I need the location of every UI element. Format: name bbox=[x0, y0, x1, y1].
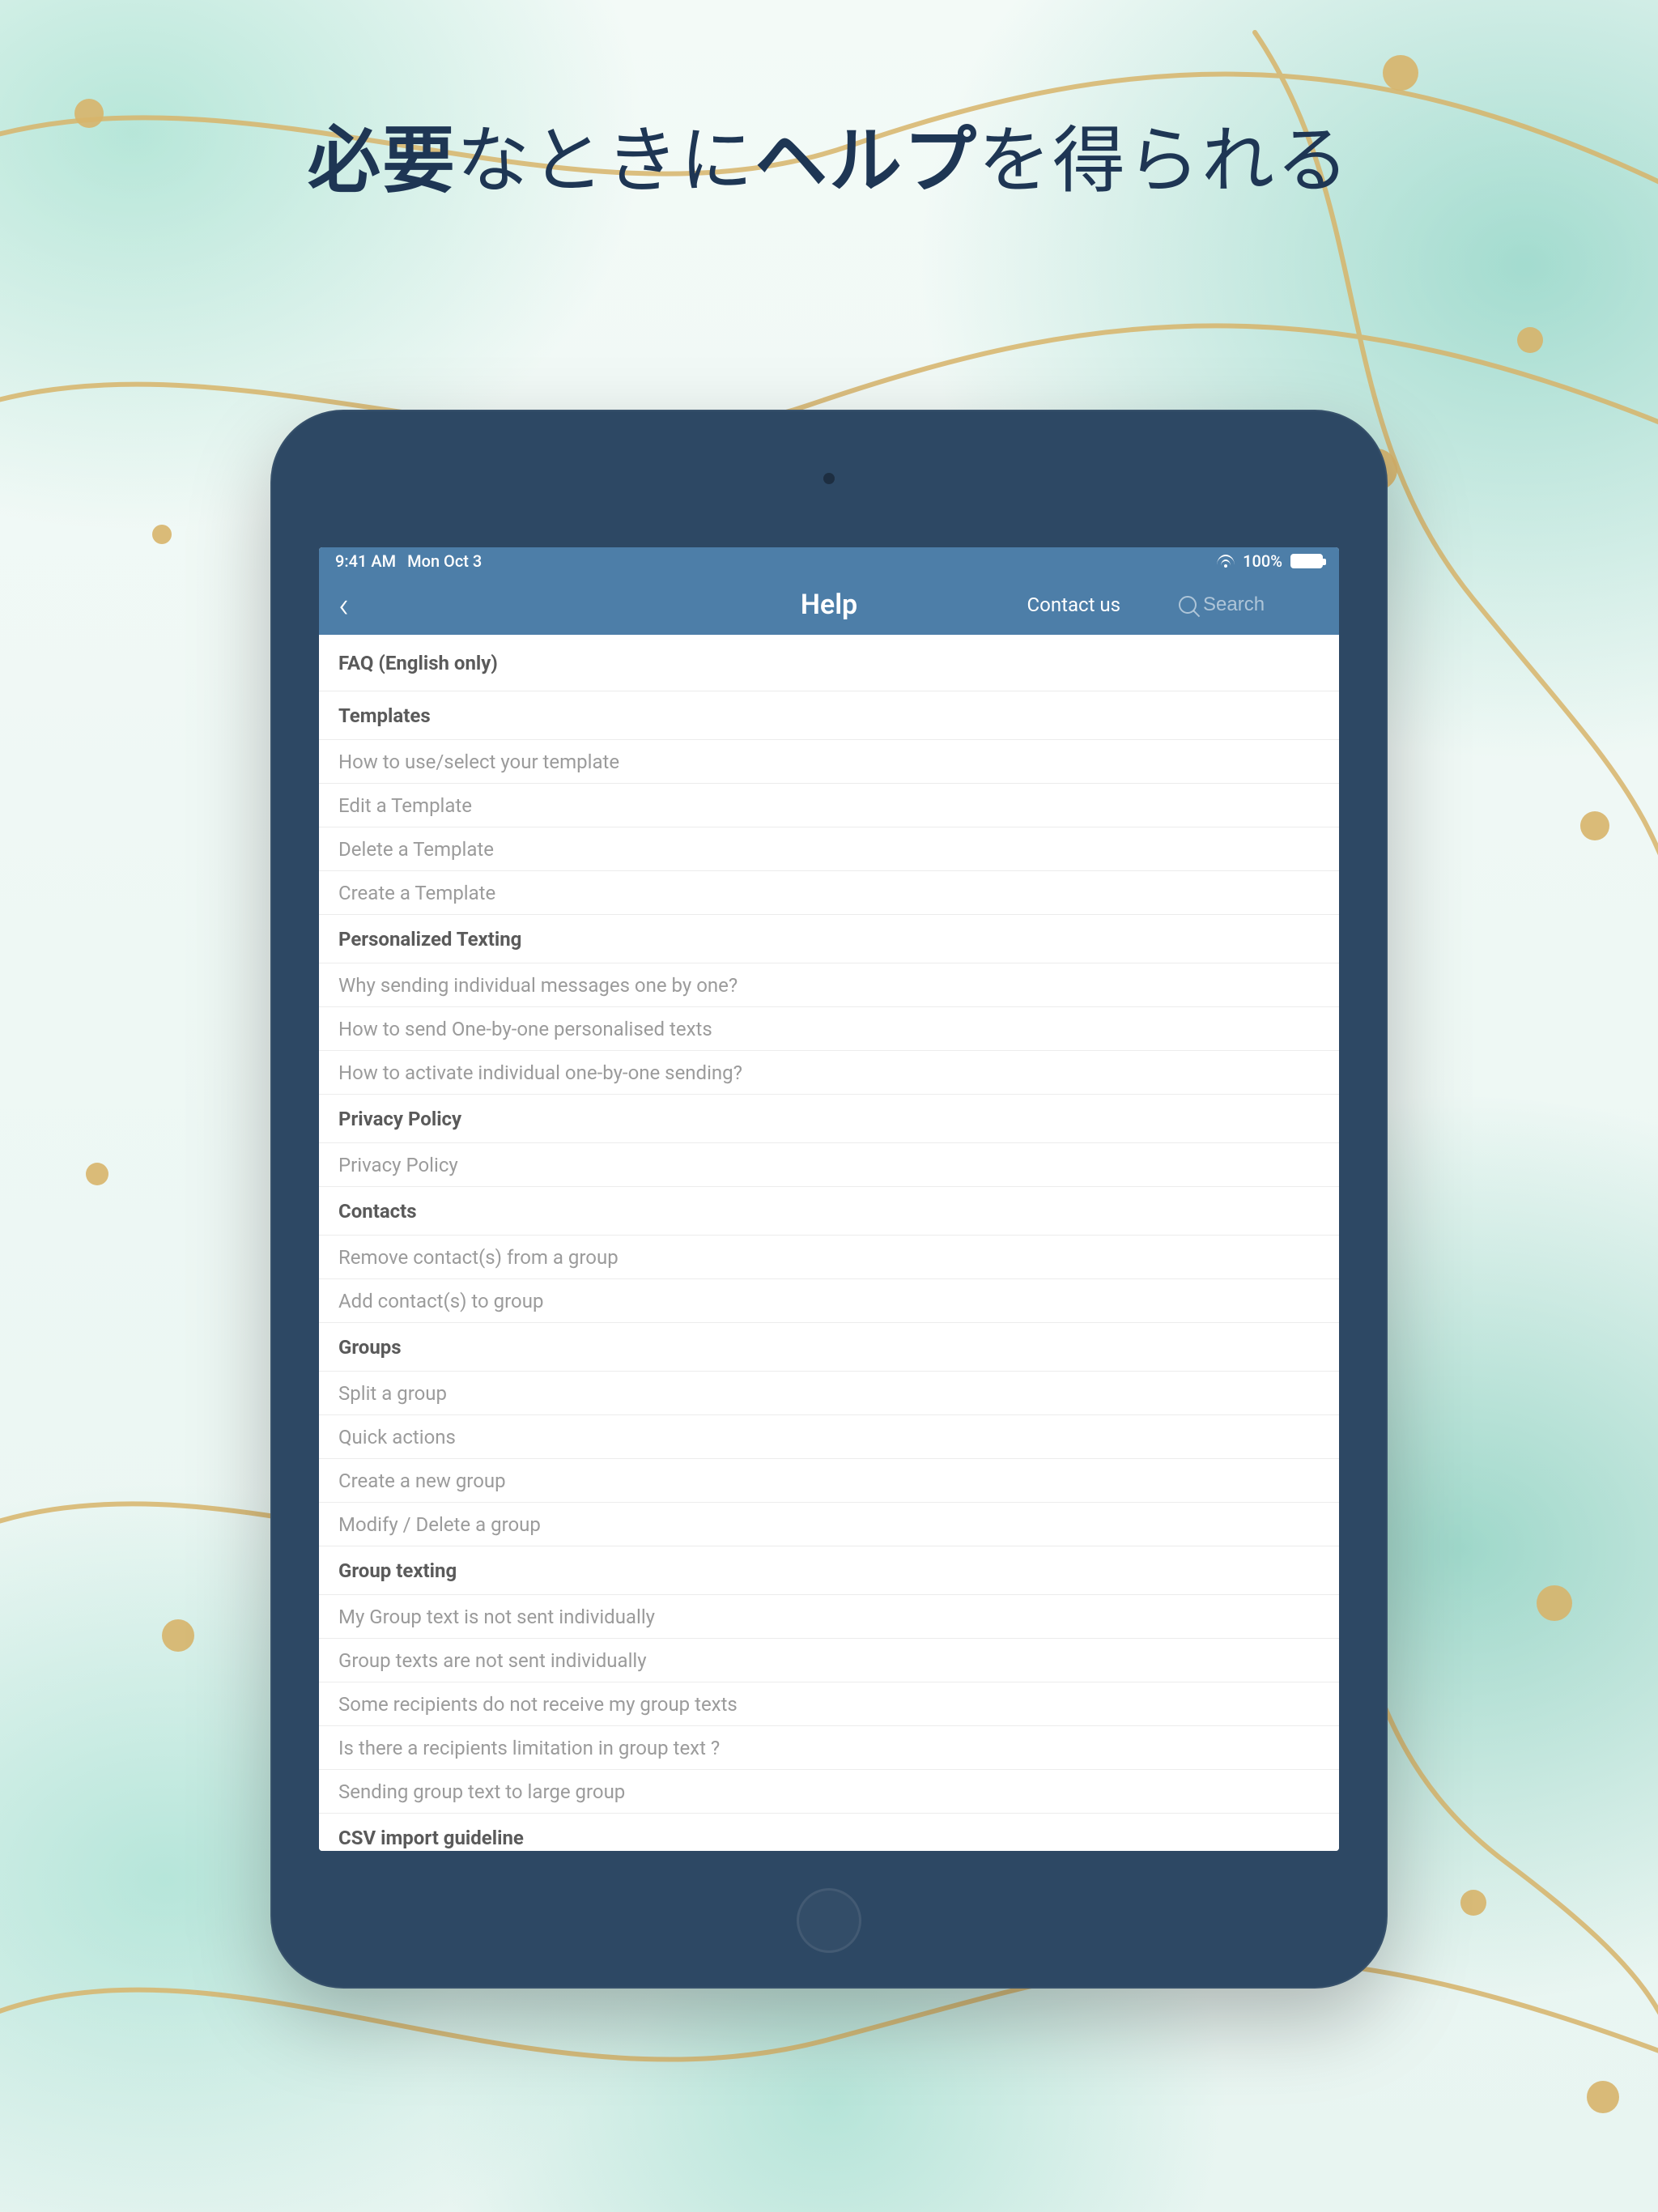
faq-row[interactable]: How to activate individual one-by-one se… bbox=[319, 1051, 1339, 1095]
headline-part-4: を得られる bbox=[978, 118, 1350, 203]
section-header: Groups bbox=[319, 1323, 1339, 1372]
section-header: Templates bbox=[319, 691, 1339, 740]
status-time: 9:41 AM bbox=[335, 551, 396, 571]
faq-row[interactable]: Quick actions bbox=[319, 1415, 1339, 1459]
tablet-screen: 9:41 AM Mon Oct 3 100% ‹ Help Contact us… bbox=[319, 547, 1339, 1851]
faq-list[interactable]: FAQ (English only) TemplatesHow to use/s… bbox=[319, 635, 1339, 1851]
faq-row[interactable]: Modify / Delete a group bbox=[319, 1503, 1339, 1546]
headline-part-3: ヘルプ bbox=[755, 118, 978, 203]
section-header: CSV import guideline bbox=[319, 1814, 1339, 1851]
search-field[interactable] bbox=[1179, 593, 1324, 616]
faq-main-header: FAQ (English only) bbox=[319, 635, 1339, 691]
faq-row[interactable]: Edit a Template bbox=[319, 784, 1339, 827]
section-header: Group texting bbox=[319, 1546, 1339, 1595]
faq-row[interactable]: Remove contact(s) from a group bbox=[319, 1236, 1339, 1279]
faq-row[interactable]: Create a new group bbox=[319, 1459, 1339, 1503]
faq-row[interactable]: Group texts are not sent individually bbox=[319, 1639, 1339, 1682]
faq-row[interactable]: Sending group text to large group bbox=[319, 1770, 1339, 1814]
faq-row[interactable]: How to use/select your template bbox=[319, 740, 1339, 784]
status-battery-pct: 100% bbox=[1243, 551, 1282, 571]
faq-row[interactable]: Split a group bbox=[319, 1372, 1339, 1415]
nav-bar: ‹ Help Contact us bbox=[319, 575, 1339, 635]
battery-icon bbox=[1290, 554, 1323, 568]
back-button[interactable]: ‹ bbox=[334, 587, 354, 623]
tablet-frame: 9:41 AM Mon Oct 3 100% ‹ Help Contact us… bbox=[270, 410, 1388, 1989]
faq-row[interactable]: How to send One-by-one personalised text… bbox=[319, 1007, 1339, 1051]
section-header: Privacy Policy bbox=[319, 1095, 1339, 1143]
faq-row[interactable]: Is there a recipients limitation in grou… bbox=[319, 1726, 1339, 1770]
faq-row[interactable]: Why sending individual messages one by o… bbox=[319, 963, 1339, 1007]
section-header: Contacts bbox=[319, 1187, 1339, 1236]
status-date: Mon Oct 3 bbox=[407, 551, 482, 571]
faq-row[interactable]: Privacy Policy bbox=[319, 1143, 1339, 1187]
faq-row[interactable]: Create a Template bbox=[319, 871, 1339, 915]
section-header: Personalized Texting bbox=[319, 915, 1339, 963]
status-bar: 9:41 AM Mon Oct 3 100% bbox=[319, 547, 1339, 575]
wifi-icon bbox=[1217, 555, 1235, 568]
headline-part-1: 必要 bbox=[308, 118, 457, 203]
search-icon bbox=[1179, 596, 1197, 614]
contact-us-button[interactable]: Contact us bbox=[1027, 593, 1120, 616]
marketing-headline: 必要なときにヘルプを得られる bbox=[0, 101, 1658, 206]
faq-row[interactable]: Some recipients do not receive my group … bbox=[319, 1682, 1339, 1726]
faq-row[interactable]: My Group text is not sent individually bbox=[319, 1595, 1339, 1639]
faq-row[interactable]: Delete a Template bbox=[319, 827, 1339, 871]
faq-row[interactable]: Add contact(s) to group bbox=[319, 1279, 1339, 1323]
search-input[interactable] bbox=[1203, 593, 1324, 616]
headline-part-2: なときに bbox=[457, 118, 755, 203]
